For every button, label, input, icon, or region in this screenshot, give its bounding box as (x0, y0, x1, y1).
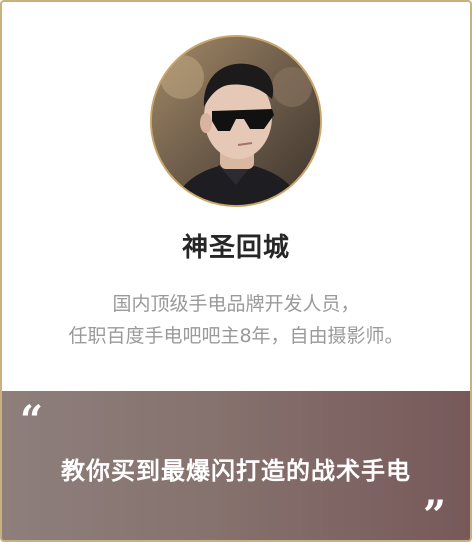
profile-name: 神圣回城 (181, 233, 290, 263)
bio-line-2: 任职百度手电吧吧主8年，自由摄影师。 (68, 325, 404, 347)
quote-text: 教你买到最爆闪打造的战术手电 (61, 457, 411, 485)
profile-bio: 国内顶级手电品牌开发人员， 任职百度手电吧吧主8年，自由摄影师。 (2, 288, 470, 352)
close-quote-icon: ” (422, 492, 446, 539)
open-quote-icon: “ (20, 397, 44, 444)
quote-panel: “ 教你买到最爆闪打造的战术手电 ” (2, 391, 470, 540)
bio-line-1: 国内顶级手电品牌开发人员， (112, 293, 360, 315)
avatar (150, 35, 322, 207)
person-avatar-icon (152, 37, 320, 205)
profile-card: 神圣回城 国内顶级手电品牌开发人员， 任职百度手电吧吧主8年，自由摄影师。 “ … (0, 0, 472, 542)
